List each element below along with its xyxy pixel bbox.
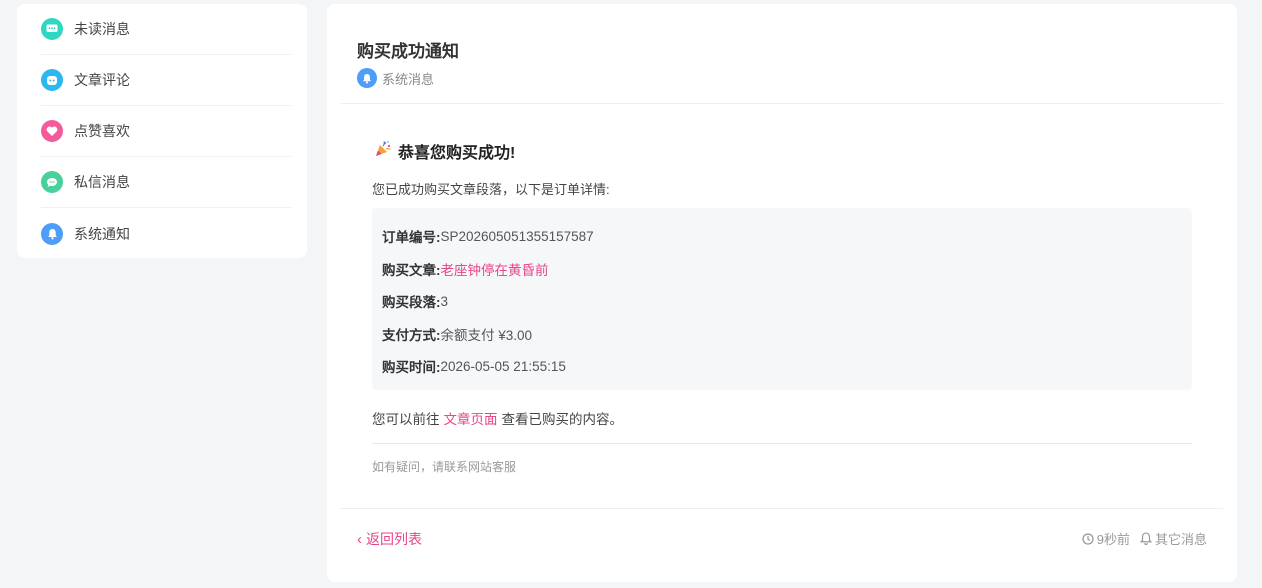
party-popper-icon <box>374 140 392 163</box>
other-messages-button[interactable]: 其它消息 <box>1139 529 1207 548</box>
order-details: 订单编号: SP202605051355157587 购买文章: 老座钟停在黄昏… <box>372 208 1192 390</box>
message-header: 购买成功通知 系统消息 <box>341 4 1223 104</box>
footer-meta: 9秒前 其它消息 <box>1082 529 1207 548</box>
detail-row-payment: 支付方式: 余额支付 ¥3.00 <box>382 327 533 343</box>
clock-icon <box>1082 532 1094 545</box>
message-category: 系统消息 <box>357 68 434 88</box>
chat-dots-icon <box>41 18 63 40</box>
page-title: 购买成功通知 <box>357 42 459 61</box>
sidebar-item-likes[interactable]: 点赞喜欢 <box>41 106 291 157</box>
detail-row-order-id: 订单编号: SP202605051355157587 <box>382 228 594 246</box>
sidebar-item-label: 点赞喜欢 <box>74 123 130 139</box>
back-to-list-button[interactable]: ‹ 返回列表 <box>357 529 422 549</box>
article-page-link[interactable]: 文章页面 <box>444 412 498 427</box>
sidebar-item-label: 未读消息 <box>74 21 130 37</box>
sidebar-item-private-messages[interactable]: 私信消息 <box>41 157 291 208</box>
detail-row-time: 购买时间: 2026-05-05 21:55:15 <box>382 358 566 376</box>
comment-bot-icon <box>41 69 63 91</box>
detail-row-article: 购买文章: 老座钟停在黄昏前 <box>382 253 1182 286</box>
sidebar-item-comments[interactable]: 文章评论 <box>41 55 291 106</box>
message-detail-panel: 购买成功通知 系统消息 恭喜您购买成功! 您已成功购买文章段落，以下是订单详情:… <box>327 4 1237 582</box>
bell-icon <box>357 68 377 88</box>
sidebar-item-label: 文章评论 <box>74 72 130 88</box>
message-bubble-icon <box>41 171 63 193</box>
sidebar-item-unread[interactable]: 未读消息 <box>41 4 291 55</box>
divider <box>372 443 1192 444</box>
congrats-heading: 恭喜您购买成功! <box>374 139 515 163</box>
bell-icon <box>41 222 63 245</box>
sidebar-item-label: 系统通知 <box>74 225 130 242</box>
sidebar: 未读消息 文章评论 点赞喜欢 私信消息 系统通知 <box>17 4 307 258</box>
next-step-text: 您可以前往 文章页面 查看已购买的内容。 <box>372 412 623 427</box>
heart-icon <box>41 120 63 142</box>
intro-text: 您已成功购买文章段落，以下是订单详情: <box>372 182 610 197</box>
detail-row-paragraph: 购买段落: 3 <box>382 293 449 311</box>
support-tip: 如有疑问，请联系网站客服 <box>372 460 517 474</box>
sidebar-item-system[interactable]: 系统通知 <box>41 208 291 259</box>
chevron-left-icon: ‹ <box>357 530 362 548</box>
footer-divider <box>341 508 1223 509</box>
category-label: 系统消息 <box>382 71 435 87</box>
sidebar-item-label: 私信消息 <box>74 174 130 190</box>
article-link[interactable]: 老座钟停在黄昏前 <box>441 259 549 279</box>
bell-outline-icon <box>1139 532 1152 545</box>
timestamp: 9秒前 <box>1082 529 1130 548</box>
